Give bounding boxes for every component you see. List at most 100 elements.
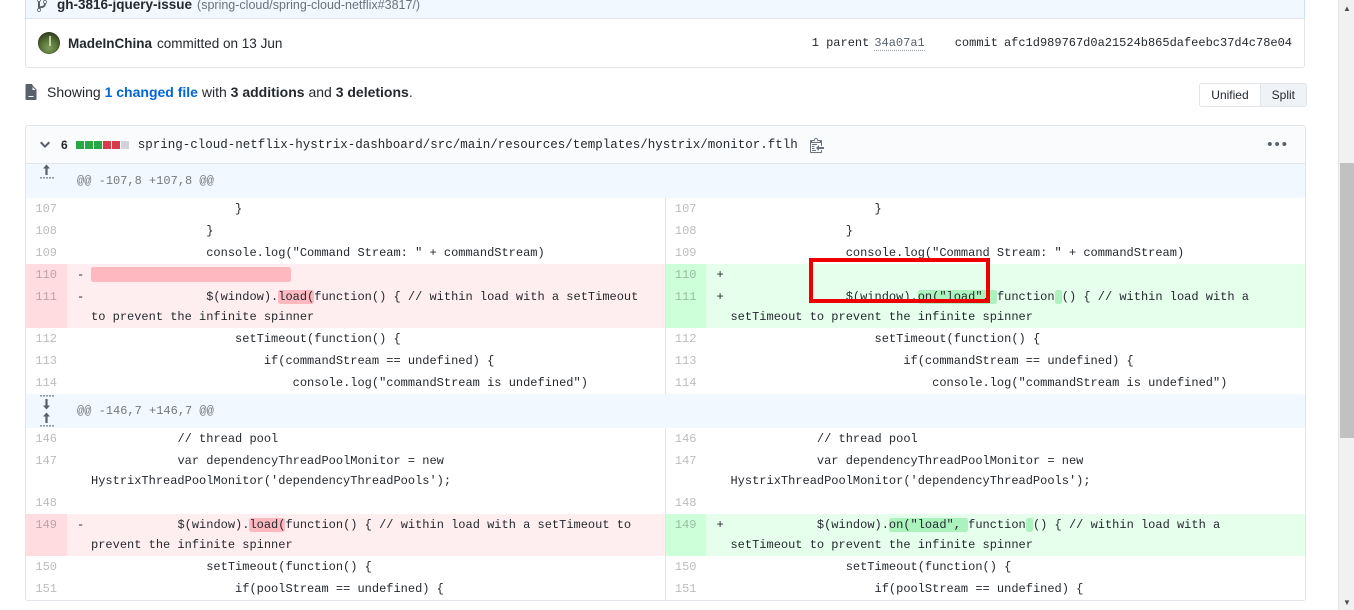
line-number-right[interactable]: 147 xyxy=(664,450,707,492)
showing-and: and xyxy=(308,84,332,100)
diff-row: 108 } 108 } xyxy=(26,220,1305,242)
code-cell-right: console.log("commandStream is undefined"… xyxy=(706,372,1305,394)
line-number-right[interactable]: 108 xyxy=(664,220,707,242)
line-number-right[interactable]: 109 xyxy=(664,242,707,264)
line-number-right[interactable]: 148 xyxy=(664,492,707,514)
changed-file-link[interactable]: 1 changed file xyxy=(105,84,198,100)
hunk-header-row: @@ -107,8 +107,8 @@ xyxy=(26,164,1305,198)
code-cell-right: + $(window).on("load", function () { // … xyxy=(706,514,1305,556)
code-cell-left: - $(window).load(function() { // within … xyxy=(67,514,666,556)
deletion-marker: - xyxy=(77,518,85,532)
word-diff-added: on("load", xyxy=(917,290,997,304)
parent-sha[interactable]: 34a07a1 xyxy=(874,36,925,51)
commit-sha[interactable]: afc1d989767d0a21524b865dafeebc37d4c78e04 xyxy=(1004,36,1292,50)
code-text: console.log("commandStream is undefined"… xyxy=(91,376,588,390)
file-path[interactable]: spring-cloud-netflix-hystrix-dashboard/s… xyxy=(138,138,798,152)
diff-view-toggle[interactable]: Unified Split xyxy=(1199,83,1307,107)
code-text: // thread pool xyxy=(730,432,918,446)
avatar[interactable] xyxy=(38,32,60,54)
diff-row: 113 if(commandStream == undefined) {113 … xyxy=(26,350,1305,372)
addition-marker: + xyxy=(716,290,724,304)
line-number-left[interactable]: 109 xyxy=(26,242,68,264)
diff-icon xyxy=(25,84,39,100)
diff-stat-block xyxy=(75,140,84,149)
github-commit-diff-page: gh-3816-jquery-issue (spring-cloud/sprin… xyxy=(0,0,1354,610)
line-number-right[interactable]: 110 xyxy=(664,264,707,286)
diff-row: 114 console.log("commandStream is undefi… xyxy=(26,372,1305,394)
deletion-marker: - xyxy=(77,290,85,304)
code-cell-right: } xyxy=(706,198,1305,220)
line-number-left[interactable]: 147 xyxy=(26,450,68,492)
scroll-up-arrow[interactable]: ▲ xyxy=(1339,0,1354,16)
line-number-left[interactable]: 149 xyxy=(26,514,68,556)
line-number-left[interactable]: 151 xyxy=(26,578,68,600)
line-number-left[interactable]: 111 xyxy=(26,286,68,328)
hunk-header-text: @@ -107,8 +107,8 @@ xyxy=(67,164,1305,198)
line-number-right[interactable]: 146 xyxy=(664,428,707,450)
branch-bar: gh-3816-jquery-issue (spring-cloud/sprin… xyxy=(25,0,1305,18)
code-cell-right: if(poolStream == undefined) { xyxy=(706,578,1305,600)
branch-repo-ref[interactable]: (spring-cloud/spring-cloud-netflix#3817/… xyxy=(197,0,420,12)
line-number-right[interactable]: 107 xyxy=(664,198,707,220)
line-number-right[interactable]: 112 xyxy=(664,328,707,350)
code-text: } xyxy=(91,224,214,238)
line-number-right[interactable]: 151 xyxy=(664,578,707,600)
line-number-right[interactable]: 149 xyxy=(664,514,707,556)
code-text: if(poolStream == undefined) { xyxy=(91,582,444,596)
line-number-left[interactable]: 112 xyxy=(26,328,68,350)
tab-split[interactable]: Split xyxy=(1260,84,1306,106)
code-text: $(window).on("load", function () { // wi… xyxy=(730,290,1257,324)
code-cell-left: setTimeout(function() { xyxy=(67,328,666,350)
code-text: console.log("Command Stream: " + command… xyxy=(91,246,545,260)
line-number-left[interactable]: 113 xyxy=(26,350,68,372)
additions-count: 3 additions xyxy=(230,84,305,100)
word-diff-added xyxy=(1025,518,1033,532)
word-diff-added: on("load", xyxy=(888,518,969,532)
code-cell-left: } xyxy=(67,220,666,242)
code-cell-right: setTimeout(function() { xyxy=(706,328,1305,350)
line-number-left[interactable]: 146 xyxy=(26,428,68,450)
hunk-expander-button[interactable] xyxy=(26,164,68,198)
code-text: $(window).on("load", function () { // wi… xyxy=(730,518,1228,552)
line-number-left[interactable]: 108 xyxy=(26,220,68,242)
branch-name[interactable]: gh-3816-jquery-issue xyxy=(57,0,192,12)
code-text: $(window).load(function() { // within lo… xyxy=(91,518,639,552)
line-number-right[interactable]: 111 xyxy=(664,286,707,328)
hunk-header-row: @@ -146,7 +146,7 @@ xyxy=(26,394,1305,428)
code-cell-right: var dependencyThreadPoolMonitor = new Hy… xyxy=(706,450,1305,492)
code-cell-left: console.log("commandStream is undefined"… xyxy=(67,372,666,394)
hunk-header-text: @@ -146,7 +146,7 @@ xyxy=(67,394,1305,428)
file-options-menu[interactable]: ••• xyxy=(1267,137,1293,152)
line-number-left[interactable]: 150 xyxy=(26,556,68,578)
commit-timestamp: committed on 13 Jun xyxy=(157,35,283,51)
code-cell-left: if(commandStream == undefined) { xyxy=(67,350,666,372)
code-cell-left xyxy=(67,492,666,514)
chevron-down-icon[interactable] xyxy=(38,137,52,153)
diff-row: 151 if(poolStream == undefined) {151 if(… xyxy=(26,578,1305,600)
diff-row: 112 setTimeout(function() {112 setTimeou… xyxy=(26,328,1305,350)
commit-author[interactable]: MadeInChina xyxy=(68,36,152,51)
line-number-left[interactable]: 110 xyxy=(26,264,68,286)
line-number-left[interactable]: 107 xyxy=(26,198,68,220)
line-number-left[interactable]: 114 xyxy=(26,372,68,394)
line-number-right[interactable]: 114 xyxy=(664,372,707,394)
showing-with: with xyxy=(201,84,227,100)
parent-label: 1 parent xyxy=(811,36,870,50)
copy-icon[interactable] xyxy=(809,137,824,153)
code-text: var dependencyThreadPoolMonitor = new Hy… xyxy=(730,454,1091,488)
line-number-right[interactable]: 113 xyxy=(664,350,707,372)
line-number-right[interactable]: 150 xyxy=(664,556,707,578)
page-scrollbar[interactable]: ▲ ▼ xyxy=(1338,0,1354,610)
hunk-expander-button[interactable] xyxy=(26,394,68,428)
code-cell-right: setTimeout(function() { xyxy=(706,556,1305,578)
diff-stat-block xyxy=(120,140,129,149)
diff-table: @@ -107,8 +107,8 @@ 107 } 107 } 108 } 108 } 1… xyxy=(26,164,1305,600)
scrollbar-thumb[interactable] xyxy=(1340,163,1354,438)
word-diff-deleted: load( xyxy=(278,290,315,304)
commit-label: commit xyxy=(954,36,998,50)
diff-row: 150 setTimeout(function() {150 setTimeou… xyxy=(26,556,1305,578)
tab-unified[interactable]: Unified xyxy=(1200,84,1261,106)
line-number-left[interactable]: 148 xyxy=(26,492,68,514)
code-cell-right xyxy=(706,492,1305,514)
scroll-down-arrow[interactable]: ▼ xyxy=(1339,594,1354,610)
